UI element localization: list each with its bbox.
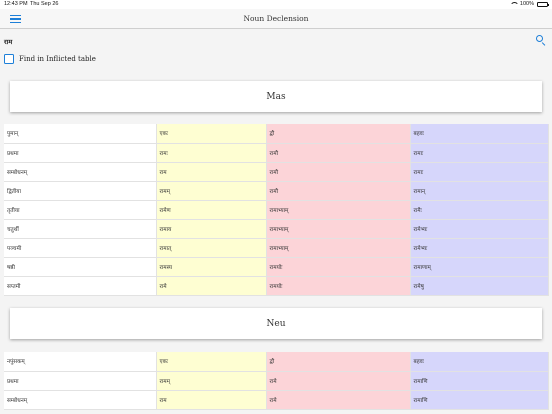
search-input[interactable]: राम (4, 37, 12, 46)
wifi-icon (509, 1, 519, 7)
plural-cell: बहवः (410, 352, 549, 372)
status-time: 12:43 PM (4, 1, 28, 7)
section-header-neu: Neu (10, 308, 542, 339)
table-row: सप्तमी रामे रामयोः रामेषु (4, 276, 549, 296)
plural-cell: रामाणाम् (410, 257, 549, 277)
declension-table-neu: नपुंसकम् एकः द्वौ बहवः प्रथमा रामम् रामे रामाणि… (4, 352, 549, 410)
dual-cell: रामाभ्याम् (266, 219, 411, 239)
dual-cell: रामाभ्याम् (266, 200, 411, 220)
plural-cell: रामैः (410, 200, 549, 220)
case-cell: सम्बोधनम् (4, 390, 157, 410)
case-cell: सम्बोधनम् (4, 162, 157, 182)
dual-cell: रामौ (266, 143, 411, 163)
find-option-row: Find in Inflicted table (0, 51, 552, 67)
table-row: प्रथमा रामः रामौ रामाः (4, 143, 549, 163)
declension-content[interactable]: Mas पुमान् एकः द्वौ बहवः प्रथमा रामः रामौ रामाः… (0, 67, 552, 414)
singular-cell: रामम् (156, 181, 267, 201)
dual-cell: रामौ (266, 181, 411, 201)
plural-cell: रामाणि (410, 371, 549, 391)
table-header-row: नपुंसकम् एकः द्वौ बहवः (4, 352, 549, 372)
dual-cell: द्वौ (266, 352, 411, 372)
table-row: सम्बोधनम् राम रामौ रामाः (4, 162, 549, 182)
status-bar: 12:43 PM Thu Sep 26 100% (0, 0, 552, 9)
case-cell: द्वितीया (4, 181, 157, 201)
dual-cell: द्वौ (266, 124, 411, 144)
table-row: तृतीया रामेण रामाभ्याम् रामैः (4, 200, 549, 220)
singular-cell: एकः (156, 352, 267, 372)
dual-cell: रामाभ्याम् (266, 238, 411, 258)
singular-cell: राम (156, 390, 267, 410)
case-cell: चतुर्थी (4, 219, 157, 239)
section-header-mas: Mas (10, 81, 542, 112)
plural-cell: रामाः (410, 143, 549, 163)
table-header-row: पुमान् एकः द्वौ बहवः (4, 124, 549, 144)
plural-cell: रामान् (410, 181, 549, 201)
battery-percent: 100% (519, 1, 534, 7)
plural-cell: बहवः (410, 124, 549, 144)
case-cell: प्रथमा (4, 371, 157, 391)
find-in-inflected-checkbox[interactable] (4, 54, 14, 64)
case-cell: पुमान् (4, 124, 157, 144)
table-row: चतुर्थी रामाय रामाभ्याम् रामेभ्यः (4, 219, 549, 239)
singular-cell: रामे (156, 276, 267, 296)
plural-cell: रामेषु (410, 276, 549, 296)
dual-cell: रामे (266, 371, 411, 391)
case-cell: प्रथमा (4, 143, 157, 163)
declension-table-mas: पुमान् एकः द्वौ बहवः प्रथमा रामः रामौ रामाः सम्ब… (4, 124, 549, 296)
dual-cell: रामौ (266, 162, 411, 182)
status-date: Thu Sep 26 (30, 1, 59, 7)
plural-cell: रामाः (410, 162, 549, 182)
table-row: पञ्चमी रामात् रामाभ्याम् रामेभ्यः (4, 238, 549, 258)
dual-cell: रामयोः (266, 257, 411, 277)
plural-cell: रामेभ्यः (410, 238, 549, 258)
dual-cell: रामे (266, 390, 411, 410)
navigation-bar: Noun Declension (0, 9, 552, 29)
singular-cell: रामाय (156, 219, 267, 239)
battery-icon (537, 1, 549, 7)
singular-cell: राम (156, 162, 267, 182)
search-icon[interactable] (536, 35, 546, 46)
status-right: 100% (509, 1, 549, 7)
table-row: द्वितीया रामम् रामौ रामान् (4, 181, 549, 201)
table-row: प्रथमा रामम् रामे रामाणि (4, 371, 549, 391)
find-in-inflected-label[interactable]: Find in Inflicted table (19, 55, 96, 63)
case-cell: तृतीया (4, 200, 157, 220)
case-cell: सप्तमी (4, 276, 157, 296)
plural-cell: रामेभ्यः (410, 219, 549, 239)
dual-cell: रामयोः (266, 276, 411, 296)
page-title: Noun Declension (243, 14, 309, 23)
table-row: सम्बोधनम् राम रामे रामाणि (4, 390, 549, 410)
singular-cell: रामः (156, 143, 267, 163)
singular-cell: रामम् (156, 371, 267, 391)
singular-cell: रामेण (156, 200, 267, 220)
singular-cell: रामात् (156, 238, 267, 258)
singular-cell: एकः (156, 124, 267, 144)
case-cell: षष्ठी (4, 257, 157, 277)
case-cell: नपुंसकम् (4, 352, 157, 372)
singular-cell: रामस्य (156, 257, 267, 277)
search-bar[interactable]: राम (0, 29, 552, 51)
plural-cell: रामाणि (410, 390, 549, 410)
table-row: षष्ठी रामस्य रामयोः रामाणाम् (4, 257, 549, 277)
case-cell: पञ्चमी (4, 238, 157, 258)
